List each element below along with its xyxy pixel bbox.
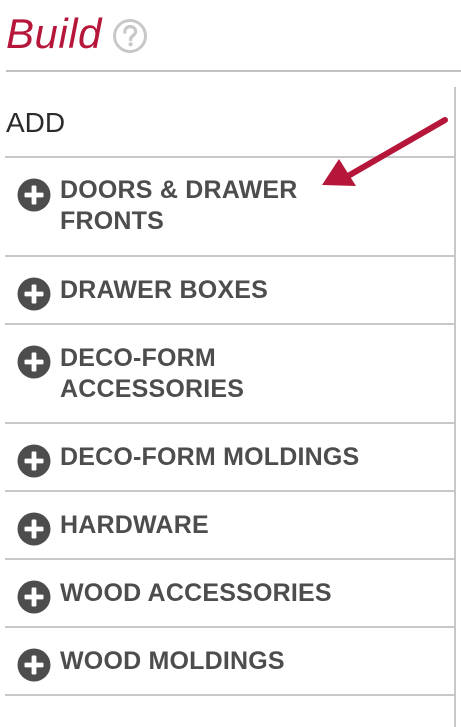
menu-item-hardware[interactable]: HARDWARE [5,492,454,560]
menu-item-label: WOOD MOLDINGS [60,647,285,675]
plus-circle-icon [17,277,51,311]
menu-item-label: HARDWARE [60,511,209,539]
menu-item-wood-moldings[interactable]: WOOD MOLDINGS [5,628,454,696]
menu-item-label: DOORS & DRAWER FRONTS [60,176,298,235]
menu-item-wood-accessories[interactable]: WOOD ACCESSORIES [5,560,454,628]
menu-item-label: DRAWER BOXES [60,276,268,304]
plus-circle-icon [17,178,51,212]
question-circle-icon[interactable] [112,18,148,54]
arrow-icon [322,117,448,186]
plus-circle-icon [17,580,51,614]
plus-circle-icon [17,444,51,478]
menu-item-deco-form-accessories[interactable]: DECO-FORM ACCESSORIES [5,325,454,424]
menu-item-deco-form-moldings[interactable]: DECO-FORM MOLDINGS [5,424,454,492]
plus-circle-icon [17,648,51,682]
page-title: Build [6,10,102,57]
menu-item-label: WOOD ACCESSORIES [60,579,332,607]
plus-circle-icon [17,345,51,379]
plus-circle-icon [17,512,51,546]
menu-item-label: DECO-FORM MOLDINGS [60,443,360,471]
build-header: Build [6,8,148,60]
menu-item-label: DECO-FORM ACCESSORIES [60,344,245,403]
menu-item-drawer-boxes[interactable]: DRAWER BOXES [5,257,454,325]
header-divider [6,70,461,72]
